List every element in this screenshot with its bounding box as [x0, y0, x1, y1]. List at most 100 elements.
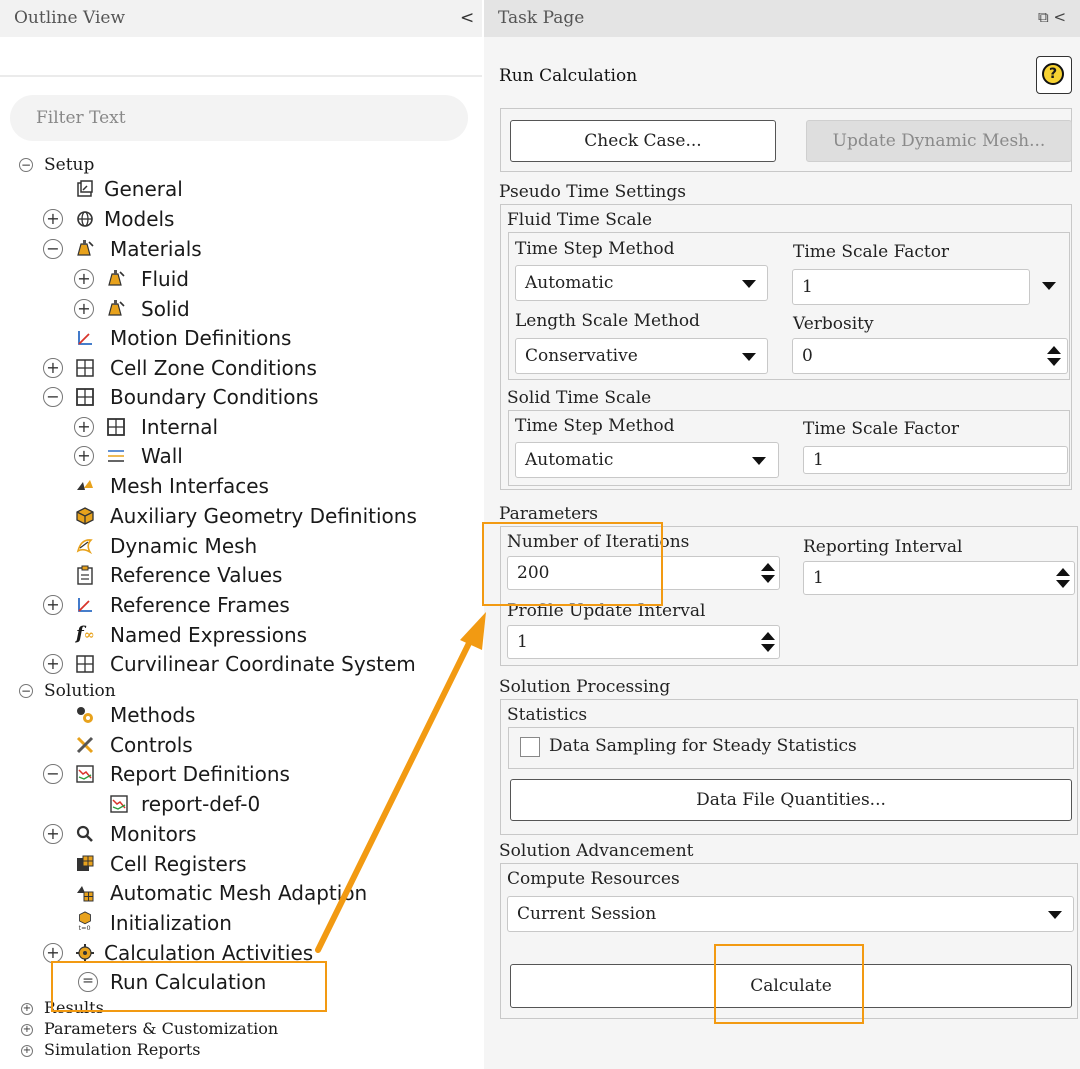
tree-item-methods[interactable]: Methods	[0, 701, 480, 729]
tree-item-label: Internal	[141, 415, 219, 439]
parameters-label: Parameters	[499, 504, 598, 524]
tree-item-reference-values[interactable]: Reference Values	[0, 561, 480, 589]
collapse-icon[interactable]: −	[43, 764, 63, 784]
tree-item-motion-definitions[interactable]: Motion Definitions	[0, 324, 480, 352]
tree-item-materials[interactable]: − Materials	[0, 235, 480, 263]
tree-item-controls[interactable]: Controls	[0, 731, 480, 759]
expand-icon[interactable]: +	[74, 299, 94, 319]
solid-time-step-method-dropdown[interactable]: Automatic	[515, 442, 779, 478]
solid-time-scale-factor-input[interactable]: 1	[803, 446, 1068, 474]
tree-item-report-def-0[interactable]: report-def-0	[0, 790, 480, 818]
collapse-icon[interactable]: −	[19, 158, 33, 172]
tree-item-label: Cell Registers	[110, 852, 247, 876]
tree-item-label: Materials	[110, 237, 202, 261]
outline-toolbar	[0, 37, 482, 75]
expand-icon[interactable]: +	[43, 824, 63, 844]
tree-item-monitors[interactable]: + Monitors	[0, 820, 480, 848]
collapse-icon[interactable]: −	[43, 387, 63, 407]
tree-item-auxiliary-geometry[interactable]: Auxiliary Geometry Definitions	[0, 502, 480, 530]
chevron-down-icon[interactable]	[1042, 282, 1056, 290]
tree-item-general[interactable]: General	[0, 175, 480, 203]
divider	[0, 75, 482, 77]
tree-item-fluid[interactable]: + Fluid	[0, 265, 480, 293]
svg-text:t=0: t=0	[79, 925, 91, 931]
tree-item-reference-frames[interactable]: + Reference Frames	[0, 591, 480, 619]
data-file-quantities-button[interactable]: Data File Quantities...	[510, 779, 1072, 821]
spinner-arrows-icon[interactable]	[1047, 346, 1061, 366]
tree-item-label: Methods	[110, 703, 196, 727]
clipboard-icon	[77, 565, 93, 585]
tree-item-boundary-conditions[interactable]: − Boundary Conditions	[0, 383, 480, 411]
collapse-panel-icon[interactable]: <	[460, 8, 474, 28]
verbosity-spinner[interactable]: 0	[792, 338, 1068, 374]
magnifier-icon	[76, 825, 93, 842]
data-sampling-checkbox[interactable]	[520, 737, 540, 757]
length-scale-method-dropdown[interactable]: Conservative	[515, 338, 768, 374]
tree-item-label: Monitors	[110, 822, 197, 846]
solution-processing-label: Solution Processing	[499, 677, 671, 697]
grid-icon	[76, 388, 94, 406]
spinner-arrows-icon[interactable]	[1056, 568, 1070, 588]
collapse-icon[interactable]: −	[43, 239, 63, 259]
run-calculation-heading: Run Calculation	[499, 66, 638, 86]
tree-item-simulation-reports[interactable]: + Simulation Reports	[0, 1038, 480, 1060]
compute-resources-dropdown[interactable]: Current Session	[507, 896, 1074, 932]
fluid-time-scale-factor-input[interactable]: 1	[792, 269, 1030, 305]
filter-text-input[interactable]	[10, 95, 468, 141]
task-page-title: Task Page	[498, 8, 585, 28]
wall-icon	[108, 450, 124, 462]
tree-item-label: Report Definitions	[110, 762, 290, 786]
tree-item-cell-registers[interactable]: Cell Registers	[0, 850, 480, 878]
tree-item-named-expressions[interactable]: f∞ Named Expressions	[0, 621, 480, 649]
tree-item-solid[interactable]: + Solid	[0, 295, 480, 323]
profile-update-interval-spinner[interactable]: 1	[507, 625, 780, 659]
tree-item-mesh-interfaces[interactable]: Mesh Interfaces	[0, 472, 480, 500]
pseudo-time-settings-label: Pseudo Time Settings	[499, 182, 686, 202]
spinner-arrows-icon[interactable]	[761, 632, 775, 652]
collapse-icon[interactable]: −	[19, 684, 33, 698]
tree-item-dynamic-mesh[interactable]: Dynamic Mesh	[0, 532, 480, 560]
tree-item-wall[interactable]: + Wall	[0, 442, 480, 470]
expand-icon[interactable]: +	[43, 595, 63, 615]
mesh-interfaces-icon	[77, 480, 93, 490]
expand-icon[interactable]: +	[21, 1045, 33, 1057]
fluid-time-step-method-dropdown[interactable]: Automatic	[515, 265, 768, 301]
tree-item-label: Mesh Interfaces	[110, 474, 269, 498]
spinner-arrows-icon[interactable]	[761, 563, 775, 583]
expand-icon[interactable]: +	[43, 654, 63, 674]
tree-item-initialization[interactable]: t=0 Initialization	[0, 909, 480, 937]
initialization-icon: t=0	[79, 911, 91, 931]
panel-window-icons[interactable]: ⧉ <	[1038, 8, 1066, 26]
length-scale-method-label: Length Scale Method	[515, 311, 700, 331]
update-dynamic-mesh-button[interactable]: Update Dynamic Mesh...	[806, 120, 1072, 162]
help-button[interactable]: ?	[1036, 56, 1072, 94]
tree-item-curvilinear[interactable]: + Curvilinear Coordinate System	[0, 650, 480, 678]
outline-view-panel: Outline View < − Setup General + Models …	[0, 0, 482, 1069]
tree-item-label: Boundary Conditions	[110, 385, 319, 409]
expand-icon[interactable]: +	[43, 358, 63, 378]
expand-icon[interactable]: +	[21, 1003, 33, 1015]
cell-registers-icon	[77, 855, 94, 871]
expand-icon[interactable]: +	[21, 1024, 33, 1036]
help-icon: ?	[1042, 63, 1064, 85]
tree-item-report-definitions[interactable]: − Report Definitions	[0, 760, 480, 788]
tree-item-label: Curvilinear Coordinate System	[110, 652, 416, 676]
check-case-button[interactable]: Check Case...	[510, 120, 776, 162]
expand-icon[interactable]: +	[74, 417, 94, 437]
highlight-number-of-iterations	[482, 522, 663, 606]
tree-item-label: report-def-0	[141, 792, 261, 816]
input-value: 1	[813, 450, 824, 470]
tree-item-models[interactable]: + Models	[0, 205, 480, 233]
chevron-down-icon	[742, 280, 756, 288]
reporting-interval-spinner[interactable]: 1	[803, 561, 1075, 595]
expand-icon[interactable]: +	[43, 943, 63, 963]
tree-item-automatic-mesh-adaption[interactable]: Automatic Mesh Adaption	[0, 879, 480, 907]
expand-icon[interactable]: +	[43, 209, 63, 229]
expand-icon[interactable]: +	[74, 446, 94, 466]
expand-icon[interactable]: +	[74, 269, 94, 289]
tree-item-internal[interactable]: + Internal	[0, 413, 480, 441]
chevron-down-icon	[742, 353, 756, 361]
highlight-calculate	[714, 944, 864, 1024]
fluid-material-icon	[108, 270, 125, 286]
tree-item-cell-zone-conditions[interactable]: + Cell Zone Conditions	[0, 354, 480, 382]
